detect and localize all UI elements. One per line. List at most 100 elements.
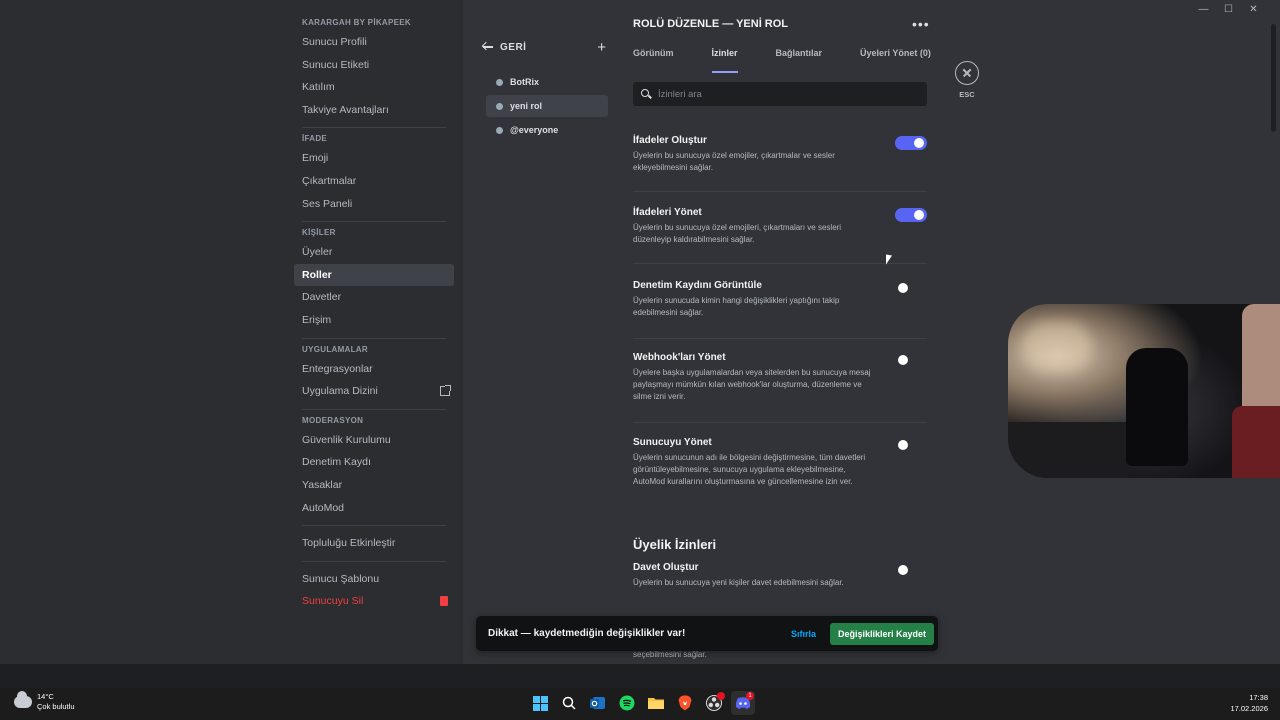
tab-manage-members[interactable]: Üyeleri Yönet (0) <box>860 44 931 71</box>
sidebar-item-bans[interactable]: Yasaklar <box>294 474 454 497</box>
permission-title: Davet Oluştur <box>633 562 699 573</box>
sidebar-item-audit-log[interactable]: Denetim Kaydı <box>294 451 454 474</box>
cloud-icon <box>14 691 32 708</box>
unsaved-changes-bar: Dikkat — kaydetmediğin değişiklikler var… <box>476 616 938 651</box>
sidebar-item-delete-server[interactable]: Sunucuyu Sil <box>294 590 454 613</box>
permission-row: İfadeleri Yönet Üyelerin bu sunucuya öze… <box>633 207 929 264</box>
role-name: yeni rol <box>510 101 543 111</box>
sidebar-item-onboarding[interactable]: Katılım <box>294 76 454 99</box>
permission-title: İfadeleri Yönet <box>633 207 702 218</box>
role-item-new-role[interactable]: yeni rol <box>486 95 608 117</box>
permission-toggle[interactable] <box>895 281 927 295</box>
sidebar-item-safety-setup[interactable]: Güvenlik Kurulumu <box>294 429 454 452</box>
maximize-button[interactable]: ☐ <box>1216 2 1241 18</box>
role-name: @everyone <box>510 125 559 135</box>
close-icon[interactable] <box>955 61 979 85</box>
role-item-botrix[interactable]: BotRix <box>486 71 608 93</box>
tab-permissions[interactable]: İzinler <box>711 44 738 73</box>
sidebar-divider <box>302 221 446 223</box>
permission-description: Üyelerin bu sunucuya yeni kişiler davet … <box>633 578 844 587</box>
brave-browser-icon[interactable] <box>673 691 697 715</box>
sidebar-item-app-directory[interactable]: Uygulama Dizini <box>294 380 454 403</box>
weather-temperature: 14°C <box>37 692 54 701</box>
weather-widget[interactable]: 14°C Çok bulutlu <box>14 691 75 712</box>
sidebar-item-boost-perks[interactable]: Takviye Avantajları <box>294 99 454 122</box>
server-name-header: KARARGAH BY PİKAPEEK <box>302 18 411 27</box>
role-color-dot <box>496 102 503 110</box>
permission-search <box>633 82 927 106</box>
esc-label: ESC <box>959 90 975 99</box>
toggle-knob <box>898 440 908 450</box>
notification-badge: 1 <box>746 692 754 700</box>
file-explorer-icon[interactable] <box>644 691 668 715</box>
permission-description-partial: seçebilmesini sağlar. <box>633 650 707 659</box>
taskbar-icons: 1 <box>528 691 760 715</box>
permission-toggle[interactable] <box>895 353 927 367</box>
divider <box>633 422 927 423</box>
permission-toggle[interactable] <box>895 136 927 150</box>
external-link-icon <box>440 385 451 397</box>
outlook-icon[interactable] <box>586 691 610 715</box>
search-icon[interactable] <box>557 691 581 715</box>
obs-studio-icon[interactable] <box>702 691 726 715</box>
sidebar-item-stickers[interactable]: Çıkartmalar <box>294 170 454 193</box>
sidebar-item-soundboard[interactable]: Ses Paneli <box>294 193 454 216</box>
discord-window: KARARGAH BY PİKAPEEK Sunucu Profili Sunu… <box>0 0 1280 688</box>
permission-toggle[interactable] <box>895 208 927 222</box>
permission-description: Üyelerin bu sunucuya özel emojiler, çıka… <box>633 151 835 172</box>
mouse-cursor-icon <box>886 254 892 266</box>
back-button[interactable]: GERİ <box>500 42 597 53</box>
close-button[interactable]: ✕ <box>1241 2 1266 18</box>
sidebar-category-moderation: MODERASYON <box>302 415 364 425</box>
permission-search-input[interactable] <box>658 88 908 100</box>
save-changes-button[interactable]: Değişiklikleri Kaydet <box>829 622 934 645</box>
permission-row: Davet Oluştur Üyelerin bu sunucuya yeni … <box>633 562 929 589</box>
sidebar-item-label: Uygulama Dizini <box>302 385 378 398</box>
page-title: ROLÜ DÜZENLE — YENİ ROL <box>633 18 789 30</box>
close-settings-button[interactable]: ESC <box>955 61 979 99</box>
edit-role-panel: ROLÜ DÜZENLE — YENİ ROL ••• Görünüm İzin… <box>633 12 933 106</box>
sidebar-item-access[interactable]: Erişim <box>294 309 454 332</box>
sidebar-item-label: Sunucuyu Sil <box>302 595 364 608</box>
spotify-icon[interactable] <box>615 691 639 715</box>
scrollbar-thumb[interactable] <box>1271 24 1276 132</box>
permission-title: Denetim Kaydını Görüntüle <box>633 280 762 291</box>
sidebar-item-emoji[interactable]: Emoji <box>294 147 454 170</box>
sidebar-item-server-tag[interactable]: Sunucu Etiketi <box>294 54 454 77</box>
search-icon <box>641 89 651 99</box>
sidebar-item-integrations[interactable]: Entegrasyonlar <box>294 358 454 381</box>
permission-toggle[interactable] <box>895 563 927 577</box>
back-arrow-icon[interactable] <box>482 41 494 53</box>
toggle-knob <box>914 138 924 148</box>
sidebar-item-server-profile[interactable]: Sunucu Profili <box>294 31 454 54</box>
tab-links[interactable]: Bağlantılar <box>776 44 823 71</box>
discord-icon[interactable]: 1 <box>731 691 755 715</box>
sidebar-item-enable-community[interactable]: Topluluğu Etkinleştir <box>294 532 454 555</box>
divider <box>633 338 927 339</box>
tab-display[interactable]: Görünüm <box>633 44 674 71</box>
sidebar-item-roles[interactable]: Roller <box>294 263 454 287</box>
role-tabs: Görünüm İzinler Bağlantılar Üyeleri Yöne… <box>633 44 933 73</box>
webcam-chair <box>1126 348 1188 466</box>
sidebar-divider <box>302 408 446 410</box>
more-options-icon[interactable]: ••• <box>912 16 930 32</box>
add-role-button[interactable]: + <box>597 40 606 55</box>
unsaved-changes-message: Dikkat — kaydetmediğin değişiklikler var… <box>488 628 686 639</box>
sidebar-item-server-template[interactable]: Sunucu Şablonu <box>294 568 454 591</box>
window-controls: — ☐ ✕ <box>1191 2 1266 18</box>
sidebar-category-apps: UYGULAMALAR <box>302 344 368 354</box>
minimize-button[interactable]: — <box>1191 2 1216 18</box>
role-item-everyone[interactable]: @everyone <box>486 119 608 141</box>
reset-button[interactable]: Sıfırla <box>791 629 816 639</box>
sidebar-item-members[interactable]: Üyeler <box>294 241 454 264</box>
permission-row: Webhook'ları Yönet Üyelere başka uygulam… <box>633 352 929 423</box>
permission-row: İfadeler Oluştur Üyelerin bu sunucuya öz… <box>633 135 929 192</box>
trash-icon <box>440 596 448 607</box>
sidebar-item-invites[interactable]: Davetler <box>294 286 454 309</box>
system-clock[interactable]: 17:38 17.02.2026 <box>1230 692 1268 714</box>
webcam-light <box>1022 322 1092 372</box>
sidebar-item-automod[interactable]: AutoMod <box>294 497 454 520</box>
windows-start-icon[interactable] <box>528 691 552 715</box>
permission-toggle[interactable] <box>895 438 927 452</box>
permission-description: Üyelere başka uygulamalardan veya sitele… <box>633 368 871 401</box>
